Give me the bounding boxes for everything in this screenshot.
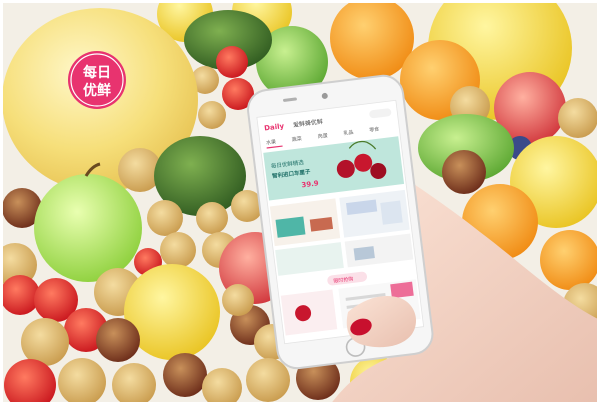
- tab-fruit[interactable]: 水果: [266, 138, 277, 146]
- fruit-photo: 每日 优鲜 Daily 爱鲜蜂优鲜 水果 蔬菜 肉蛋 乳品 零食 每日优鲜精选 …: [0, 0, 600, 405]
- tab-meat-egg[interactable]: 肉蛋: [317, 132, 328, 140]
- tab-dairy[interactable]: 乳品: [343, 129, 354, 137]
- photo-scene: 每日 优鲜 Daily 爱鲜蜂优鲜 水果 蔬菜 肉蛋 乳品 零食 每日优鲜精选 …: [0, 0, 600, 405]
- sticker-text-2: 优鲜: [83, 82, 111, 99]
- tab-vegetable[interactable]: 蔬菜: [291, 135, 302, 143]
- sticker-text-1: 每日: [83, 64, 111, 81]
- tab-snacks[interactable]: 零食: [369, 126, 380, 134]
